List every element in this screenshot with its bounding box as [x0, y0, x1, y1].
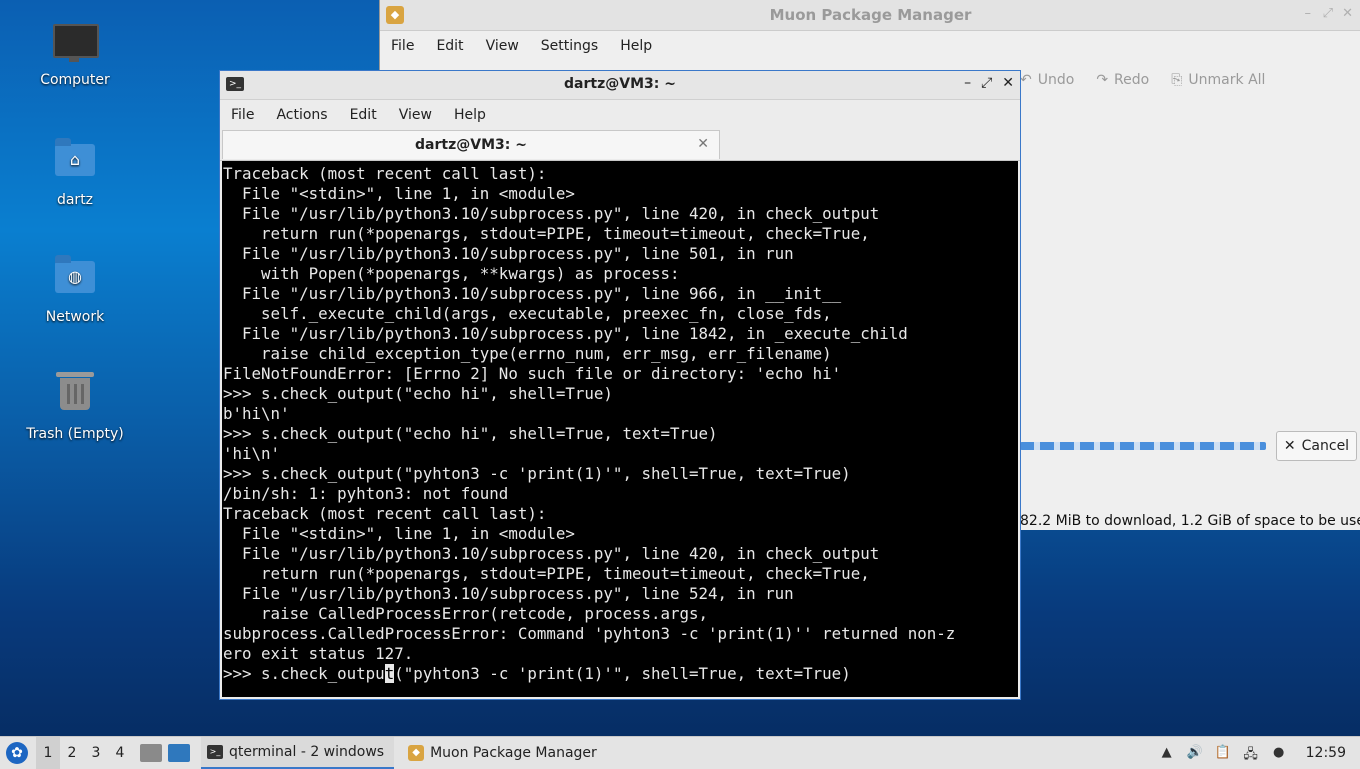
computer-icon — [53, 24, 99, 68]
terminal-line: raise child_exception_type(errno_num, er… — [223, 344, 832, 363]
undo-icon: ↶ — [1020, 72, 1032, 88]
terminal-line: Traceback (most recent call last): — [223, 164, 547, 183]
terminal-menu-actions[interactable]: Actions — [265, 107, 338, 123]
terminal-line: File "/usr/lib/python3.10/subprocess.py"… — [223, 244, 794, 263]
desktop-icon-label: Network — [45, 309, 105, 325]
terminal-title: dartz@VM3: ~ — [564, 76, 676, 92]
terminal-line: Traceback (most recent call last): — [223, 504, 547, 523]
update-icon[interactable]: ▲ — [1158, 745, 1176, 761]
clock[interactable]: 12:59 — [1306, 745, 1346, 761]
notification-icon[interactable]: ● — [1270, 745, 1288, 761]
start-menu-icon[interactable]: ✿ — [6, 742, 28, 764]
close-tab-icon[interactable]: ✕ — [697, 136, 709, 152]
terminal-line: b'hi\n' — [223, 404, 290, 423]
close-icon[interactable]: ✕ — [1002, 75, 1014, 91]
workspace-2[interactable]: 2 — [60, 737, 84, 769]
home-folder-icon: ⌂ — [53, 138, 97, 188]
desktop-icon-home[interactable]: ⌂ dartz — [20, 136, 130, 208]
network-icon[interactable]: 🖧 — [1242, 745, 1260, 762]
terminal-line: File "/usr/lib/python3.10/subprocess.py"… — [223, 204, 880, 223]
terminal-line: with Popen(*popenargs, **kwargs) as proc… — [223, 264, 680, 283]
terminal-line: self._execute_child(args, executable, pr… — [223, 304, 832, 323]
terminal-menubar: File Actions Edit View Help — [220, 100, 1020, 130]
terminal-line: return run(*popenargs, stdout=PIPE, time… — [223, 564, 870, 583]
terminal-menu-edit[interactable]: Edit — [339, 107, 388, 123]
terminal-line: return run(*popenargs, stdout=PIPE, time… — [223, 224, 870, 243]
taskbar: ✿ 1 2 3 4 >_ qterminal - 2 windows ◆ Muo… — [0, 736, 1360, 769]
muon-menu-view[interactable]: View — [475, 38, 530, 54]
desktop-icon-computer[interactable]: Computer — [20, 18, 130, 88]
unmark-all-button[interactable]: ⎘ Unmark All — [1171, 72, 1265, 88]
system-tray: ▲ 🔊 📋 🖧 ● 12:59 — [1158, 737, 1360, 769]
terminal-line: /bin/sh: 1: pyhton3: not found — [223, 484, 509, 503]
terminal-window: >_ dartz@VM3: ~ – ⤢ ✕ File Actions Edit … — [219, 70, 1021, 700]
desktop-icon-label: Computer — [40, 72, 110, 88]
terminal-tabbar: dartz@VM3: ~ ✕ — [220, 130, 1020, 161]
desktop-icon-network[interactable]: ◍ Network — [20, 253, 130, 325]
task-muon[interactable]: ◆ Muon Package Manager — [402, 738, 607, 768]
terminal-line: File "/usr/lib/python3.10/subprocess.py"… — [223, 284, 842, 303]
muon-titlebar[interactable]: ◆ Muon Package Manager – ⤢ ✕ — [380, 0, 1360, 31]
maximize-icon[interactable]: ⤢ — [981, 75, 992, 91]
terminal-line: >>> s.check_output("echo hi", shell=True… — [223, 384, 613, 403]
unmark-all-icon: ⎘ — [1171, 72, 1183, 88]
volume-icon[interactable]: 🔊 — [1186, 745, 1204, 761]
terminal-line: File "<stdin>", line 1, in <module> — [223, 184, 575, 203]
maximize-icon[interactable]: ⤢ — [1323, 6, 1333, 21]
terminal-line: FileNotFoundError: [Errno 2] No such fil… — [223, 364, 842, 383]
terminal-line: 'hi\n' — [223, 444, 281, 463]
desktop-icon-trash[interactable]: Trash (Empty) — [20, 368, 130, 442]
muon-menu-settings[interactable]: Settings — [530, 38, 609, 54]
desktop-icon-label: dartz — [56, 192, 94, 208]
workspace-1[interactable]: 1 — [36, 737, 60, 769]
task-qterminal[interactable]: >_ qterminal - 2 windows — [201, 737, 395, 769]
cancel-button[interactable]: ✕ Cancel — [1276, 431, 1357, 461]
terminal-tab[interactable]: dartz@VM3: ~ ✕ — [222, 130, 720, 159]
terminal-output[interactable]: Traceback (most recent call last): File … — [222, 161, 1018, 697]
trash-icon — [53, 372, 97, 422]
terminal-line: File "/usr/lib/python3.10/subprocess.py"… — [223, 324, 908, 343]
muon-menu-edit[interactable]: Edit — [425, 38, 474, 54]
download-progress-bar — [1020, 442, 1266, 450]
terminal-line: >>> s.check_output("echo hi", shell=True… — [223, 424, 718, 443]
muon-title: Muon Package Manager — [769, 6, 972, 24]
terminal-line: File "/usr/lib/python3.10/subprocess.py"… — [223, 584, 794, 603]
clipboard-icon[interactable]: 📋 — [1214, 745, 1232, 761]
muon-menubar: File Edit View Settings Help — [380, 31, 1360, 61]
network-folder-icon: ◍ — [53, 255, 97, 305]
muon-menu-file[interactable]: File — [380, 38, 425, 54]
download-status-text: 82.2 MiB to download, 1.2 GiB of space t… — [1020, 513, 1360, 529]
terminal-menu-file[interactable]: File — [220, 107, 265, 123]
show-desktop-icon[interactable] — [168, 744, 190, 762]
terminal-text: Traceback (most recent call last): File … — [222, 161, 1018, 684]
terminal-line: subprocess.CalledProcessError: Command '… — [223, 624, 956, 643]
close-icon: ✕ — [1283, 438, 1296, 454]
terminal-prompt-line: >>> s.check_output("pyhton3 -c 'print(1)… — [223, 664, 851, 683]
desktop-icon-label: Trash (Empty) — [26, 426, 124, 442]
terminal-line: File "/usr/lib/python3.10/subprocess.py"… — [223, 544, 880, 563]
minimize-icon[interactable]: – — [964, 75, 971, 91]
terminal-menu-view[interactable]: View — [388, 107, 443, 123]
undo-button[interactable]: ↶ Undo — [1020, 72, 1074, 88]
terminal-line: >>> s.check_output("pyhton3 -c 'print(1)… — [223, 464, 851, 483]
terminal-menu-help[interactable]: Help — [443, 107, 497, 123]
text-cursor: t — [384, 664, 395, 683]
terminal-app-icon: >_ — [207, 745, 223, 759]
workspace-3[interactable]: 3 — [84, 737, 108, 769]
muon-toolbar: ↶ Undo ↷ Redo ⎘ Unmark All — [1020, 72, 1265, 88]
terminal-titlebar[interactable]: >_ dartz@VM3: ~ – ⤢ ✕ — [220, 71, 1020, 100]
redo-button[interactable]: ↷ Redo — [1096, 72, 1149, 88]
muon-app-icon: ◆ — [408, 745, 425, 761]
redo-icon: ↷ — [1096, 72, 1109, 88]
terminal-line: ero exit status 127. — [223, 644, 414, 663]
minimize-icon[interactable]: – — [1305, 6, 1312, 21]
file-manager-icon[interactable] — [140, 744, 162, 762]
terminal-line: raise CalledProcessError(retcode, proces… — [223, 604, 709, 623]
muon-menu-help[interactable]: Help — [609, 38, 663, 54]
workspace-4[interactable]: 4 — [108, 737, 132, 769]
terminal-line: File "<stdin>", line 1, in <module> — [223, 524, 575, 543]
close-icon[interactable]: ✕ — [1342, 6, 1353, 21]
